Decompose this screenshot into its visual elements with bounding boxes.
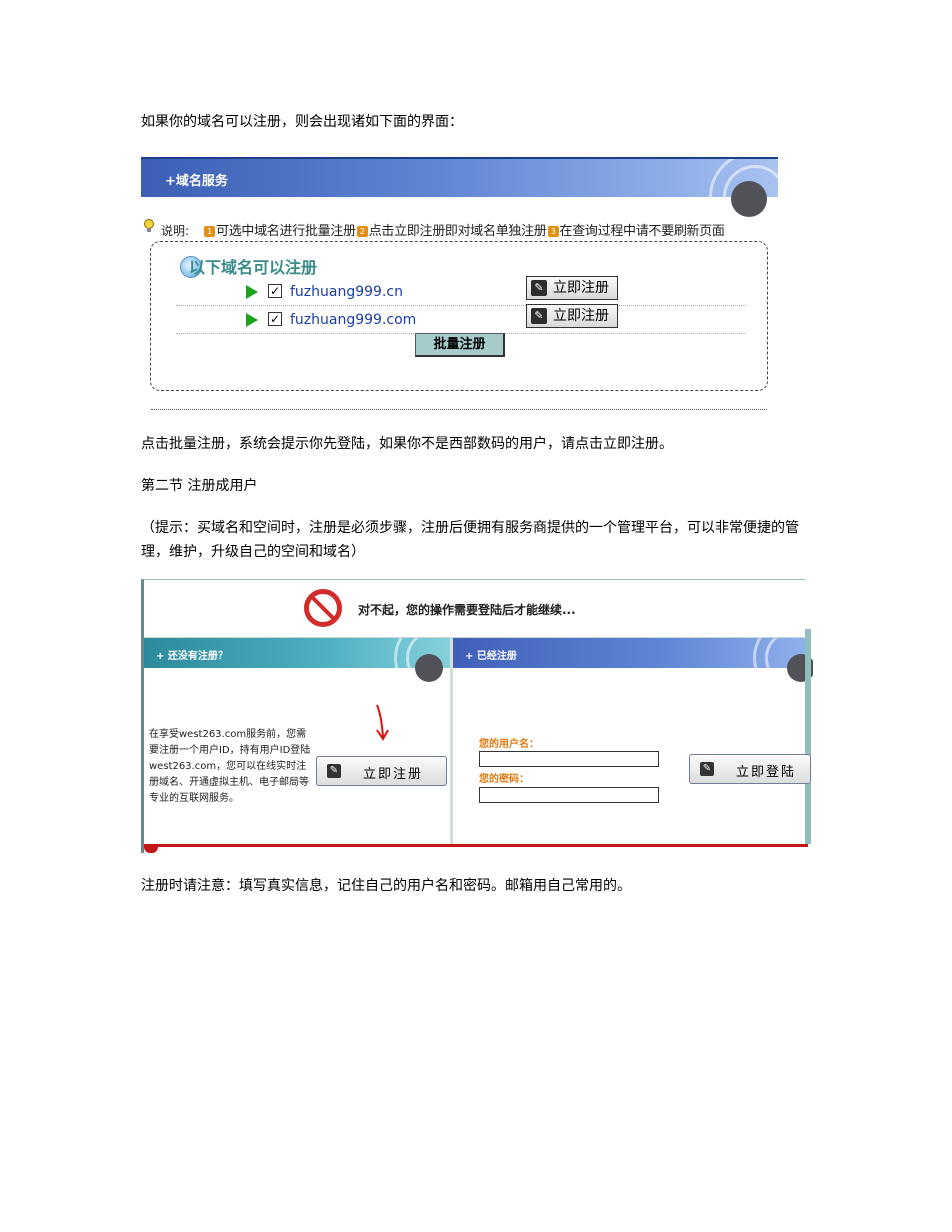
login-button[interactable]: ✎ 立即登陆: [689, 754, 811, 784]
register-now-button[interactable]: ✎ 立即注册: [526, 304, 618, 328]
register-intro-text: 在享受west263.com服务前，您需要注册一个用户ID，持有用户ID登陆we…: [149, 729, 311, 804]
paragraph-intro: 如果你的域名可以注册，则会出现诸如下面的界面：: [141, 114, 463, 130]
column-divider: [450, 638, 453, 844]
ball-decoration: [415, 654, 443, 682]
available-domains-title: 以下域名可以注册: [189, 258, 318, 277]
password-label: 您的密码：: [479, 774, 529, 785]
number-1-icon: 1: [204, 226, 215, 237]
domain-row: ✓ fuzhuang999.com ✎ 立即注册: [176, 304, 746, 334]
register-now-button[interactable]: ✎ 立即注册: [526, 276, 618, 300]
screenshot-frame: [141, 579, 805, 853]
register-now-label: 立即注册: [363, 767, 424, 782]
paragraph-registration-note: 注册时请注意：填写真实信息，记住自己的用户名和密码。邮箱用自己常用的。: [141, 878, 631, 894]
pencil-icon: ✎: [700, 762, 714, 776]
instructions-line: 说明: 1 可选中域名进行批量注册 2 点击立即注册即对域名单独注册 3 在查询过程中请不…: [141, 219, 778, 239]
register-now-label: 立即注册: [553, 280, 609, 296]
no-entry-icon: [304, 589, 342, 627]
instructions-label: 说明:: [161, 224, 190, 238]
right-border: [805, 629, 811, 844]
username-input[interactable]: [479, 751, 659, 767]
domain-checkbox[interactable]: ✓: [268, 312, 282, 326]
username-label: 您的用户名：: [479, 739, 539, 750]
instructions-text: 1 可选中域名进行批量注册 2 点击立即注册即对域名单独注册 3 在查询过程中请不要刷新页…: [203, 220, 725, 239]
pencil-icon: ✎: [327, 764, 341, 778]
not-registered-title: + 还没有注册？: [156, 651, 228, 662]
domain-service-screenshot: +域名服务 说明: 1 可选中域名进行批量注册 2 点击立即注册即对域名单独注册 3 在查…: [141, 157, 778, 415]
red-arrow-icon: [376, 704, 389, 741]
available-domains-box: 以下域名可以注册 ✓ fuzhuang999.cn ✎ 立即注册 ✓ fuzhu…: [150, 241, 768, 391]
not-registered-header: + 还没有注册？: [144, 638, 450, 668]
domain-row: ✓ fuzhuang999.cn ✎ 立即注册: [176, 276, 746, 306]
paragraph-tip: （提示：买域名和空间时，注册是必须步骤，注册后便拥有服务商提供的一个管理平台，可…: [141, 520, 799, 560]
number-3-icon: 3: [547, 226, 559, 237]
pencil-icon: ✎: [531, 308, 547, 324]
login-required-screenshot: 对不起，您的操作需要登陆后才能继续... + 还没有注册？ + 已经注册 在享受…: [141, 579, 813, 853]
bottom-border: [144, 844, 808, 847]
ball-decoration: [731, 181, 767, 217]
batch-register-button[interactable]: 批量注册: [415, 333, 505, 357]
play-arrow-icon: [246, 285, 258, 299]
login-required-notice: 对不起，您的操作需要登陆后才能继续...: [358, 603, 576, 617]
domain-name[interactable]: fuzhuang999.cn: [290, 284, 403, 300]
password-input[interactable]: [479, 787, 659, 803]
dotted-divider: [151, 409, 767, 410]
domain-service-header: +域名服务: [141, 157, 778, 197]
domain-name[interactable]: fuzhuang999.com: [290, 312, 416, 328]
section-heading: 第二节 注册成用户: [141, 478, 258, 494]
login-label: 立即登陆: [736, 765, 797, 780]
number-2-icon: 2: [356, 226, 368, 237]
register-now-label: 立即注册: [553, 308, 609, 324]
register-now-button[interactable]: ✎ 立即注册: [316, 756, 447, 786]
pencil-icon: ✎: [531, 280, 547, 296]
registered-header: + 已经注册: [453, 638, 805, 668]
domain-service-title: +域名服务: [165, 174, 228, 189]
registered-title: + 已经注册: [465, 651, 517, 662]
instruction-item: 点击立即注册即对域名单独注册: [368, 224, 547, 239]
instruction-item: 在查询过程中请不要刷新页面: [559, 224, 725, 239]
play-arrow-icon: [246, 313, 258, 327]
lightbulb-icon: [144, 219, 154, 232]
domain-checkbox[interactable]: ✓: [268, 284, 282, 298]
paragraph-batch-register: 点击批量注册，系统会提示你先登陆，如果你不是西部数码的用户，请点击立即注册。: [141, 436, 673, 452]
instruction-item: 可选中域名进行批量注册: [216, 224, 356, 239]
